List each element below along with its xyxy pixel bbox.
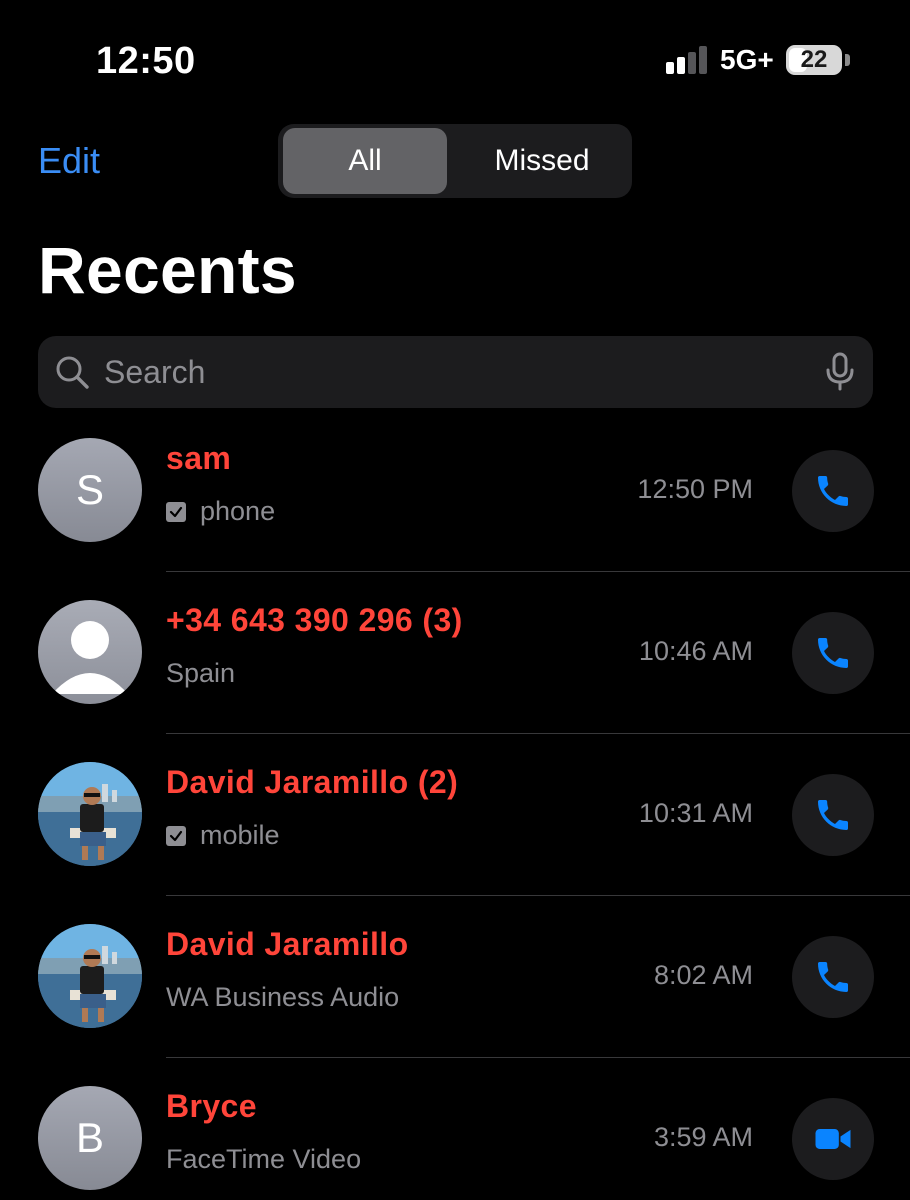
call-detail: WA Business Audio xyxy=(166,982,399,1013)
call-time: 10:46 AM xyxy=(638,636,753,666)
network-type: 5G+ xyxy=(720,44,774,75)
call-time: 3:59 AM xyxy=(653,1122,753,1152)
call-detail-label: FaceTime Video xyxy=(166,1144,362,1174)
edit-button[interactable]: Edit xyxy=(38,140,100,182)
page-title: Recents xyxy=(38,233,297,307)
phone-icon xyxy=(818,476,848,506)
filter-segmented-control: All Missed xyxy=(278,124,632,198)
call-back-button[interactable] xyxy=(792,774,874,856)
contact-photo xyxy=(38,924,142,1028)
call-detail: mobile xyxy=(166,820,280,851)
phone-icon xyxy=(818,962,848,992)
checkbox-icon xyxy=(166,826,186,846)
person-silhouette-icon xyxy=(52,621,128,694)
contact-name: Bryce xyxy=(166,1088,257,1124)
search-field[interactable]: Search xyxy=(38,336,873,408)
call-row[interactable]: David Jaramillo (2) mobile 10:31 AM xyxy=(0,734,910,896)
status-time: 12:50 xyxy=(96,40,196,82)
status-bar: 12:50 5G+ 22 xyxy=(0,0,910,110)
call-row[interactable]: +34 643 390 296 (3) Spain 10:46 AM xyxy=(0,572,910,734)
phone-icon xyxy=(818,638,848,668)
phone-recents-screen: 12:50 5G+ 22 Edit All Missed Recents Sea… xyxy=(0,0,910,1200)
battery-percent: 22 xyxy=(800,46,828,73)
call-detail-label: phone xyxy=(200,496,276,526)
avatar: B xyxy=(38,1086,142,1190)
phone-icon xyxy=(818,800,848,830)
avatar-photo xyxy=(38,924,142,1028)
call-time: 12:50 PM xyxy=(637,474,753,504)
search-placeholder: Search xyxy=(104,354,206,390)
call-detail: Spain xyxy=(166,658,235,689)
call-detail-label: mobile xyxy=(200,820,280,850)
call-row[interactable]: B Bryce FaceTime Video 3:59 AM xyxy=(0,1058,910,1200)
avatar: S xyxy=(38,438,142,542)
call-row[interactable]: S sam phone 12:50 PM xyxy=(0,410,910,572)
avatar-photo xyxy=(38,762,142,866)
call-back-button[interactable] xyxy=(792,612,874,694)
microphone-icon[interactable] xyxy=(822,352,858,392)
search-icon xyxy=(56,356,89,389)
contact-name: sam xyxy=(166,440,232,476)
call-back-button[interactable] xyxy=(792,450,874,532)
checkbox-icon xyxy=(166,502,186,522)
call-time: 10:31 AM xyxy=(638,798,753,828)
call-detail-label: WA Business Audio xyxy=(166,982,400,1012)
call-detail: phone xyxy=(166,496,275,527)
battery-icon: 22 xyxy=(786,45,842,75)
segment-missed[interactable]: Missed xyxy=(456,128,628,194)
cellular-signal-icon xyxy=(666,46,710,74)
call-back-button[interactable] xyxy=(792,936,874,1018)
segment-all[interactable]: All xyxy=(283,128,447,194)
battery-cap xyxy=(845,54,850,66)
call-detail-label: Spain xyxy=(166,658,236,688)
avatar xyxy=(38,600,142,704)
contact-photo xyxy=(38,762,142,866)
contact-name: David Jaramillo xyxy=(166,926,409,962)
facetime-button[interactable] xyxy=(792,1098,874,1180)
video-camera-icon xyxy=(815,1129,851,1149)
contact-name: +34 643 390 296 (3) xyxy=(166,602,463,638)
call-row[interactable]: David Jaramillo WA Business Audio 8:02 A… xyxy=(0,896,910,1058)
contact-name: David Jaramillo (2) xyxy=(166,764,459,800)
call-time: 8:02 AM xyxy=(653,960,753,990)
call-detail: FaceTime Video xyxy=(166,1144,361,1175)
